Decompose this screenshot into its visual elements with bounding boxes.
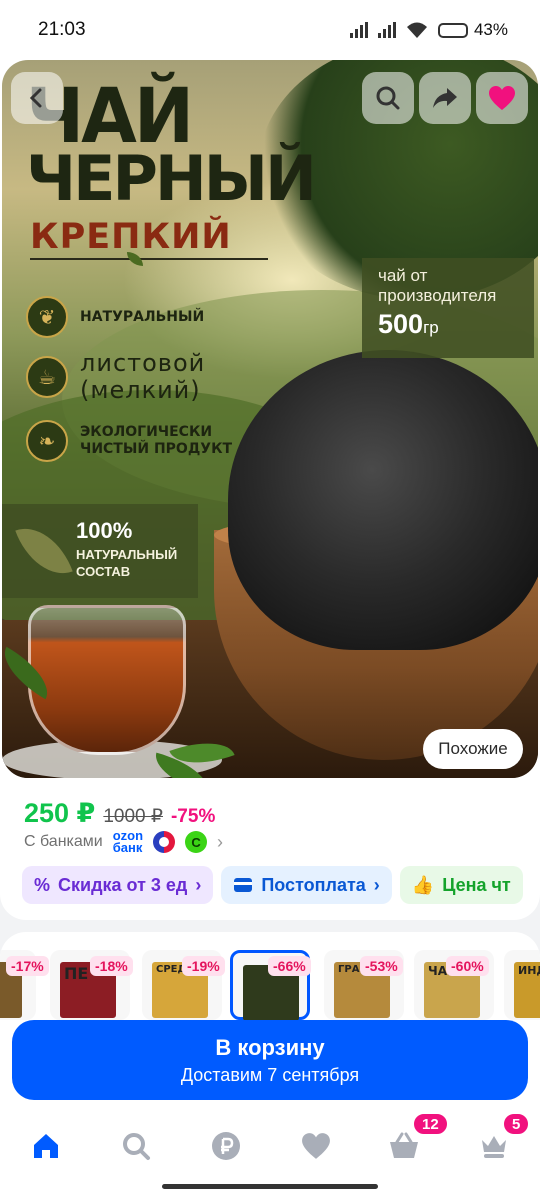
nav-favorites[interactable] [294, 1124, 338, 1168]
weight-label: 500гр [378, 311, 518, 338]
chevron-left-icon [29, 88, 42, 108]
headline-line2: ЧЕРНЫЙ [26, 142, 317, 215]
battery-icon [437, 22, 468, 38]
variant-discount-badge: -19% [182, 956, 225, 976]
variant-pack-label: ИНДИ [518, 964, 540, 977]
back-button[interactable] [11, 72, 63, 124]
share-button[interactable] [419, 72, 471, 124]
home-indicator [162, 1184, 378, 1189]
variant-thumb[interactable]: ИНДИ [504, 950, 540, 1020]
producer-line2: производителя [378, 286, 497, 305]
tea-leaves-image [228, 350, 538, 650]
feature-natural-text: НАТУРАЛЬНЫЙ [80, 308, 205, 325]
chevron-right-icon: › [217, 831, 224, 852]
status-bar: 21:03 43% [0, 0, 540, 60]
price-row: 250 ₽ 1000 ₽ -75% [24, 798, 215, 829]
variant-discount-badge: -66% [268, 956, 311, 976]
tag-quantity-discount[interactable]: % Скидка от 3 ед › [22, 866, 214, 904]
feature-leaf-tea-line2: (мелкий) [80, 376, 201, 404]
producer-badge: чай от производителя 500гр [362, 258, 534, 358]
chevron-right-icon: › [195, 874, 202, 895]
tag-price[interactable]: 👍 Цена чт [399, 866, 523, 904]
feature-leaf-tea: ☕ листовой (мелкий) [26, 350, 205, 404]
variant-discount-badge: -17% [6, 956, 49, 976]
percent-icon: % [34, 874, 51, 895]
producer-line1: чай от [378, 266, 428, 285]
weight-value: 500 [378, 309, 424, 339]
search-icon [123, 1133, 150, 1160]
profile-crown-icon [482, 1136, 506, 1158]
leaf-icon: ❦ [26, 296, 68, 338]
natural-percent: 100% [76, 518, 133, 543]
feature-natural: ❦ НАТУРАЛЬНЫЙ [26, 296, 204, 338]
delivery-date-label: Доставим 7 сентября [180, 1064, 360, 1085]
favorite-button[interactable] [476, 72, 528, 124]
feature-eco-text: ЭКОЛОГИЧЕСКИ ЧИСТЫЙ ПРОДУКТ [80, 424, 232, 458]
ozon-logo-line2: банк [112, 840, 143, 855]
bank-logo-icon [153, 831, 176, 853]
ozon-bank-logo: ozon банк [112, 829, 143, 855]
promo-tags: % Скидка от 3 ед › Постоплата › 👍 Цена ч… [22, 866, 523, 904]
green-bank-logo: С [185, 831, 208, 853]
tag-price-label: Цена чт [442, 874, 511, 895]
wifi-icon [406, 22, 427, 38]
natural-leaf-icon [15, 516, 73, 586]
price-current: 250 ₽ [24, 798, 96, 828]
add-to-cart-label: В корзину [215, 1034, 325, 1060]
feature-leaf-tea-text: листовой (мелкий) [80, 350, 205, 404]
tag-quantity-discount-label: Скидка от 3 ед [58, 874, 188, 895]
variant-discount-badge: -18% [90, 956, 133, 976]
nav-catalog[interactable] [114, 1124, 158, 1168]
signal-icon [349, 22, 368, 38]
search-icon [376, 86, 400, 110]
search-button[interactable] [362, 72, 414, 124]
similar-products-button[interactable]: Похожие [423, 729, 523, 769]
battery-indicator: 43% [437, 20, 508, 40]
battery-percent: 43% [473, 20, 508, 39]
feature-eco: ❧ ЭКОЛОГИЧЕСКИ ЧИСТЫЙ ПРОДУКТ [26, 420, 232, 462]
bank-offers-row[interactable]: С банками ozon банк С › [24, 829, 224, 855]
feature-eco-line2: ЧИСТЫЙ ПРОДУКТ [80, 441, 233, 457]
cart-count-badge: 12 [412, 1112, 449, 1136]
feature-eco-line1: ЭКОЛОГИЧЕСКИ [80, 424, 213, 440]
weight-unit: гр [423, 318, 439, 337]
natural-line1: НАТУРАЛЬНЫЙ [76, 547, 178, 562]
chevron-right-icon: › [373, 874, 380, 895]
profile-count-badge: 5 [502, 1112, 531, 1136]
variant-pack-label: ПЕ [64, 964, 89, 983]
feature-leaf-tea-line1: листовой [80, 349, 206, 377]
heart-icon [302, 1133, 330, 1159]
variant-discount-badge: -60% [446, 956, 489, 976]
thumb-up-icon: 👍 [411, 874, 435, 895]
heart-icon [489, 86, 515, 110]
signal-icon-2 [377, 22, 396, 38]
status-icons: 43% [349, 20, 508, 40]
card-icon [234, 878, 253, 892]
ruble-icon [212, 1132, 240, 1160]
natural-composition-badge: 100% НАТУРАЛЬНЫЙ СОСТАВ [2, 504, 198, 598]
status-time: 21:03 [38, 19, 86, 40]
teacup-icon: ☕ [26, 356, 68, 398]
price-old: 1000 ₽ [103, 806, 163, 827]
nav-finance[interactable] [204, 1124, 248, 1168]
variant-discount-badge: -53% [360, 956, 403, 976]
nav-home[interactable] [24, 1124, 68, 1168]
cart-basket-icon [390, 1132, 418, 1158]
share-icon [433, 88, 457, 108]
headline-divider [30, 258, 268, 260]
tag-postpay[interactable]: Постоплата › [221, 866, 392, 904]
headline-sub: КРЕПКИЙ [30, 217, 232, 257]
home-icon [34, 1134, 58, 1158]
natural-line2: СОСТАВ [76, 564, 131, 579]
teacup-image [28, 605, 186, 755]
price-discount: -75% [170, 806, 216, 827]
banks-label: С банками [24, 833, 103, 850]
tag-postpay-label: Постоплата [261, 874, 366, 895]
eco-leaf-icon: ❧ [26, 420, 68, 462]
add-to-cart-button[interactable]: В корзину Доставим 7 сентября [12, 1020, 528, 1100]
